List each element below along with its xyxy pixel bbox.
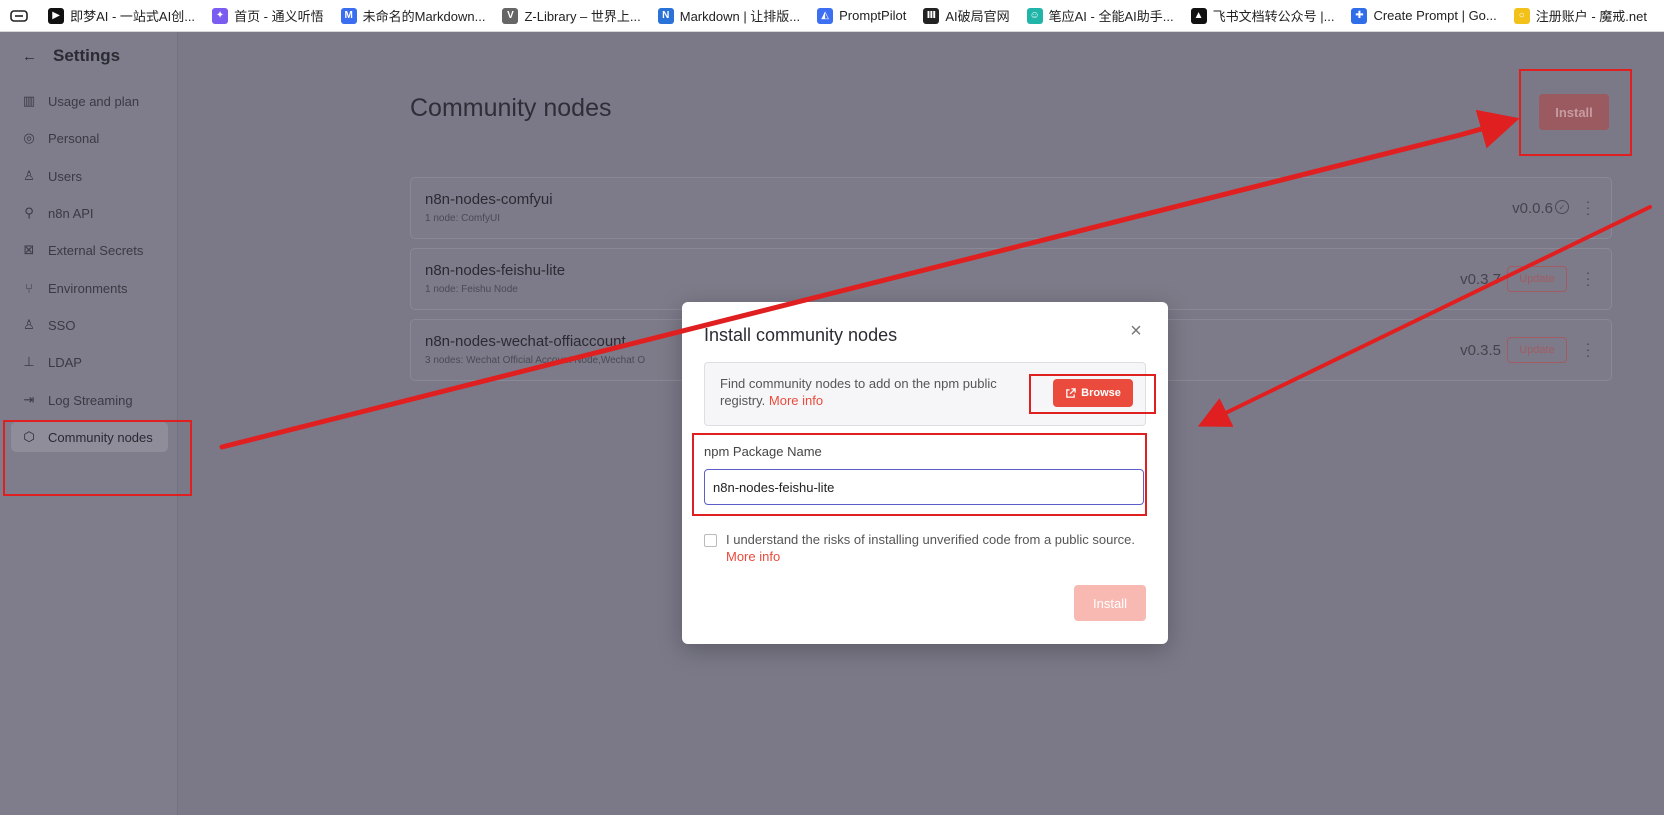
sidebar-item-label: Environments (48, 280, 128, 296)
sidebar-item-label: Usage and plan (48, 93, 140, 109)
zlibrary-icon: V (502, 7, 519, 24)
bookmark-item[interactable]: ◭ PromptPilot (817, 7, 907, 24)
sidebar-item-personal[interactable]: ◎ Personal (11, 123, 168, 153)
settings-title: Settings (53, 46, 121, 65)
bookmark-label: 未命名的Markdown... (362, 9, 486, 24)
more-options-icon[interactable]: · · · (1585, 194, 1591, 220)
bookmark-item[interactable]: ✚ Create Prompt | Go... (1351, 7, 1497, 24)
sidebar-item-label: n8n API (48, 205, 94, 221)
markdown-editor-icon: M (340, 7, 357, 24)
sidebar-item-environments[interactable]: ⑂ Environments (11, 273, 168, 303)
user-circle-icon: ◎ (23, 130, 35, 145)
settings-back[interactable]: ← Settings (22, 46, 120, 66)
jimeng-icon: ▶ (48, 7, 65, 24)
annotation-box-input (692, 433, 1147, 516)
modal-install-button[interactable]: Install (1074, 585, 1146, 621)
user-lock-icon: ♙ (23, 317, 35, 332)
sidebar-item-usage-and-plan[interactable]: ▥ Usage and plan (11, 86, 168, 116)
bookmark-label: Create Prompt | Go... (1373, 8, 1497, 23)
bookmarks-bar: ▶ 即梦AI - 一站式AI创... ✦ 首页 - 通义听悟 M 未命名的Markdown… (0, 0, 1664, 32)
sidebar-item-log-streaming[interactable]: ⇥ Log Streaming (11, 385, 168, 415)
mojie-icon: ○ (1513, 7, 1530, 24)
page-title: Community nodes (410, 94, 612, 122)
sidebar-item-label: External Secrets (48, 242, 144, 258)
bookmark-item[interactable]: ☺ 笔应AI - 全能AI助手... (1026, 6, 1174, 25)
risk-checkbox-text: I understand the risks of installing unv… (726, 532, 1135, 547)
bookmark-item[interactable]: ○ 注册账户 - 魔戒.net (1513, 6, 1647, 25)
info-text-body: Find community nodes to add on the npm p… (720, 376, 997, 408)
sidebar-item-label: Personal (48, 130, 100, 146)
sidebar-item-external-secrets[interactable]: ⊠ External Secrets (11, 235, 168, 265)
arrow-left-icon: ← (22, 47, 37, 65)
node-version: v0.3.7 (1460, 271, 1501, 288)
sidebar-item-label: LDAP (48, 354, 82, 370)
bookmark-label: 笔应AI - 全能AI助手... (1048, 9, 1174, 24)
close-icon[interactable]: × (1126, 320, 1146, 343)
modal-title: Install community nodes (704, 325, 898, 345)
node-name: n8n-nodes-comfyui (425, 191, 553, 208)
node-version: v0.3.5 (1460, 342, 1501, 359)
more-options-icon[interactable]: · · · (1585, 265, 1591, 291)
annotation-box-install (1519, 69, 1632, 156)
promptpilot-icon: ◭ (817, 7, 834, 24)
bookmark-label: AI破局官网 (945, 9, 1010, 24)
tongyi-icon: ✦ (212, 7, 229, 24)
bookmark-item[interactable]: Ⅲ AI破局官网 (923, 6, 1010, 25)
node-name: n8n-nodes-wechat-offiaccount (425, 333, 626, 350)
risk-checkbox[interactable] (704, 534, 717, 547)
node-card: n8n-nodes-comfyui 1 node: ComfyUI v0.0.6 ✓ ·… (410, 177, 1612, 239)
annotation-box-browse (1029, 374, 1156, 414)
info-more-link[interactable]: More info (769, 393, 823, 408)
risk-more-link[interactable]: More info (726, 549, 780, 564)
node-version: v0.0.6 (1512, 200, 1553, 217)
sidebar-item-users[interactable]: ♙ Users (11, 161, 168, 191)
node-card: n8n-nodes-feishu-lite 1 node: Feishu Node… (410, 248, 1612, 310)
bookmark-label: Z-Library – 世界上... (524, 9, 641, 24)
sidebar-item-n8n-api[interactable]: ⚲ n8n API (11, 198, 168, 228)
bookmark-label: 飞书文档转公众号 |... (1212, 9, 1335, 24)
bookmark-label: 即梦AI - 一站式AI创... (70, 9, 196, 24)
sidebar-item-label: Log Streaming (48, 392, 133, 408)
bookmark-item[interactable]: ▲ 飞书文档转公众号 |... (1190, 6, 1335, 25)
bookmarks-menu-icon[interactable] (10, 8, 30, 24)
sidebar-item-label: Users (48, 168, 82, 184)
create-prompt-icon: ✚ (1351, 7, 1368, 24)
bookmark-item[interactable]: N Markdown | 让排版... (657, 6, 801, 25)
feishu-icon: ▲ (1190, 7, 1207, 24)
node-name: n8n-nodes-feishu-lite (425, 262, 566, 279)
chart-icon: ▥ (22, 93, 36, 108)
bookmark-label: 注册账户 - 魔戒.net (1535, 9, 1647, 24)
update-button[interactable]: Update (1507, 337, 1567, 363)
more-options-icon[interactable]: · · · (1585, 336, 1591, 362)
network-icon: ⊥ (23, 354, 35, 369)
vault-icon: ⊠ (23, 242, 35, 257)
node-subtitle: 1 node: ComfyUI (425, 213, 501, 224)
bookmark-item[interactable]: V Z-Library – 世界上... (502, 6, 641, 25)
check-circle-icon: ✓ (1555, 200, 1569, 214)
bookmark-label: 首页 - 通义听悟 (234, 9, 324, 24)
bookmark-label: PromptPilot (839, 8, 907, 23)
sidebar-item-ldap[interactable]: ⊥ LDAP (11, 347, 168, 377)
bookmark-item[interactable]: M 未命名的Markdown... (340, 6, 486, 25)
sidebar-item-label: SSO (48, 317, 76, 333)
bookmark-item[interactable]: ▶ 即梦AI - 一站式AI创... (48, 6, 195, 25)
aipoju-icon: Ⅲ (923, 7, 940, 24)
node-subtitle: 3 nodes: Wechat Official Account Node,We… (425, 355, 646, 366)
log-in-icon: ⇥ (23, 392, 35, 407)
bookmark-item[interactable]: ✦ 首页 - 通义听悟 (212, 6, 324, 25)
node-subtitle: 1 node: Feishu Node (425, 284, 518, 295)
annotation-box-sidebar (3, 420, 192, 496)
user-icon: ♙ (23, 168, 35, 183)
plug-icon: ⚲ (24, 205, 34, 220)
biying-icon: ☺ (1026, 7, 1043, 24)
branch-icon: ⑂ (25, 280, 33, 296)
update-button[interactable]: Update (1507, 266, 1567, 292)
markdown-nice-icon: N (657, 7, 674, 24)
bookmark-label: Markdown | 让排版... (679, 9, 801, 24)
info-text: Find community nodes to add on the npm p… (720, 375, 1020, 409)
sidebar-item-sso[interactable]: ♙ SSO (11, 310, 168, 340)
